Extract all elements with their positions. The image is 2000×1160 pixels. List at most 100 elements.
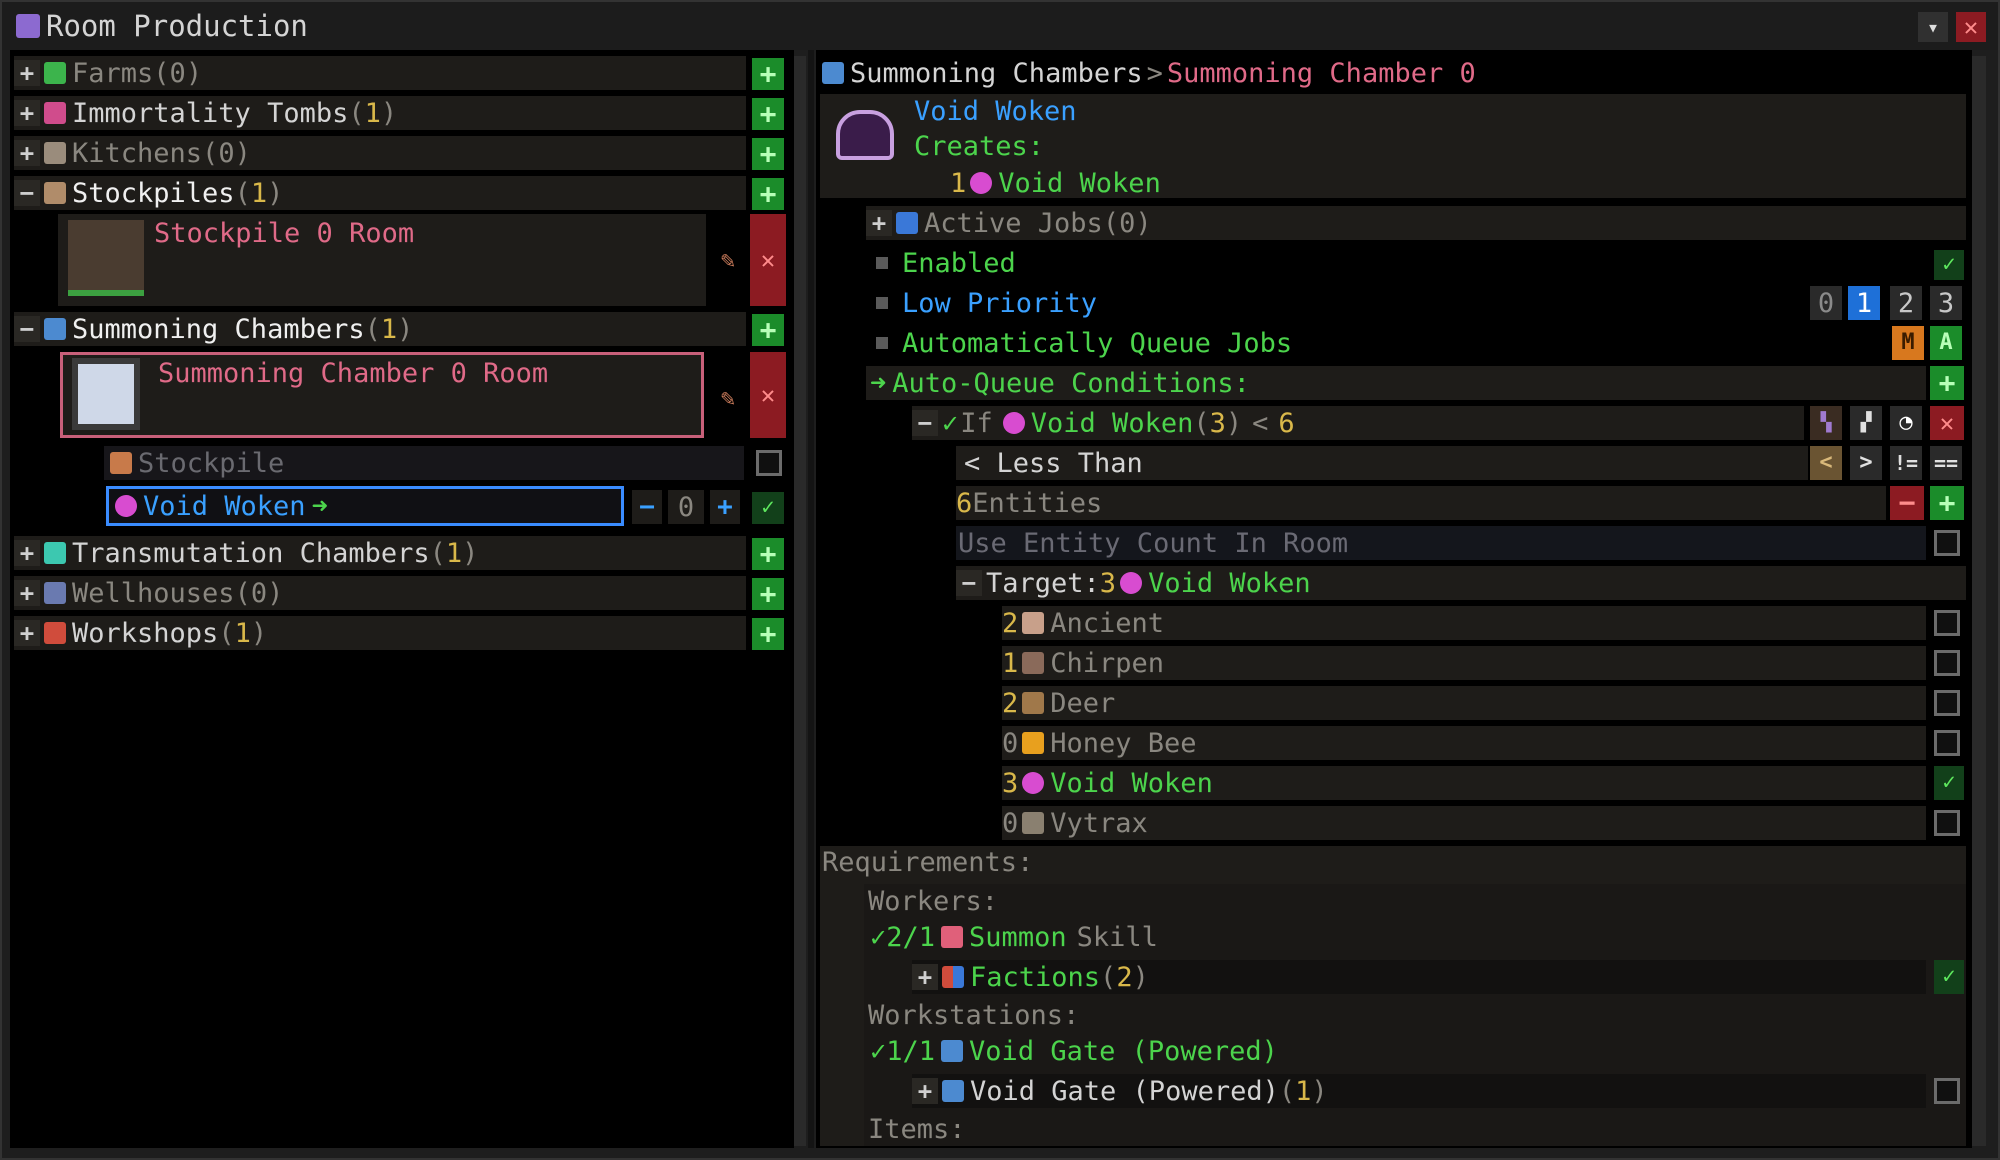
expand-icon[interactable]: + xyxy=(912,964,938,990)
expand-icon[interactable]: + xyxy=(866,210,892,236)
decrease-qty-button[interactable]: − xyxy=(632,490,662,524)
increase-entities-button[interactable]: + xyxy=(1930,486,1964,520)
arrow-right-icon: ➜ xyxy=(311,490,328,522)
expand-icon[interactable]: + xyxy=(14,140,40,166)
priority-1-button[interactable]: 1 xyxy=(1848,286,1880,320)
target-option-checkbox[interactable] xyxy=(1934,690,1960,716)
less-than-row[interactable]: < Less Than xyxy=(956,446,1808,480)
close-button[interactable]: ✕ xyxy=(1956,12,1986,42)
delete-summoning-button[interactable]: ✕ xyxy=(750,352,786,438)
breadcrumb-separator: > xyxy=(1146,57,1163,89)
target-option-row[interactable]: 0 Honey Bee xyxy=(1002,726,1926,760)
expand-icon[interactable]: + xyxy=(14,580,40,606)
target-option-checkbox[interactable] xyxy=(1934,730,1960,756)
delete-condition-button[interactable]: ✕ xyxy=(1930,406,1964,440)
collapse-icon[interactable]: − xyxy=(14,316,40,342)
expand-icon[interactable]: + xyxy=(14,100,40,126)
add-tomb-button[interactable]: + xyxy=(752,98,784,130)
add-wellhouse-button[interactable]: + xyxy=(752,578,784,610)
category-row-workshops[interactable]: + Workshops (1) xyxy=(14,616,746,650)
ws-sub-count: 1 xyxy=(1295,1075,1312,1107)
collapse-icon[interactable]: − xyxy=(956,570,982,596)
factions-checkbox[interactable]: ✓ xyxy=(1934,960,1964,994)
priority-3-button[interactable]: 3 xyxy=(1930,286,1962,320)
target-row[interactable]: − Target: 3 Void Woken xyxy=(956,566,1966,600)
sub-row-void-woken[interactable]: Void Woken ➜ xyxy=(106,486,624,526)
active-jobs-row[interactable]: + Active Jobs (0) xyxy=(866,206,1966,240)
condition-type-icon[interactable]: ▚ xyxy=(1810,406,1842,440)
decrease-entities-button[interactable]: − xyxy=(1890,486,1924,520)
add-kitchen-button[interactable]: + xyxy=(752,138,784,170)
category-row-summoning-chambers[interactable]: − Summoning Chambers (1) xyxy=(14,312,746,346)
expand-icon[interactable]: + xyxy=(14,620,40,646)
category-row-kitchens[interactable]: + Kitchens (0) xyxy=(14,136,746,170)
target-option-checkbox[interactable]: ✓ xyxy=(1934,766,1964,800)
workstation-row[interactable]: + Void Gate (Powered) (1) xyxy=(912,1074,1926,1108)
condition-move-icon[interactable]: ▞ xyxy=(1850,406,1882,440)
left-scrollbar[interactable] xyxy=(794,56,806,1146)
collapse-icon[interactable]: − xyxy=(912,410,938,436)
target-option-row[interactable]: 2 Ancient xyxy=(1002,606,1926,640)
add-stockpile-button[interactable]: + xyxy=(752,178,784,210)
category-row-farms[interactable]: + Farms (0) xyxy=(14,56,746,90)
right-scrollbar[interactable] xyxy=(1972,56,1986,1146)
add-condition-button[interactable]: + xyxy=(1930,366,1964,400)
condition-row[interactable]: − ✓ If Void Woken (3) < 6 xyxy=(912,406,1804,440)
collapse-icon[interactable]: − xyxy=(14,180,40,206)
add-summoning-button[interactable]: + xyxy=(752,314,784,346)
priority-2-label: 2 xyxy=(1897,287,1915,319)
breadcrumb-parent[interactable]: Summoning Chambers xyxy=(850,58,1143,89)
sub-row-stockpile[interactable]: Stockpile xyxy=(104,446,744,480)
target-option-row[interactable]: 1 Chirpen xyxy=(1002,646,1926,680)
category-row-stockpiles[interactable]: − Stockpiles (1) xyxy=(14,176,746,210)
greater-than-button[interactable]: > xyxy=(1850,446,1882,480)
add-farm-button[interactable]: + xyxy=(752,58,784,90)
use-entity-count-checkbox[interactable] xyxy=(1934,530,1960,556)
window-title: Room Production xyxy=(46,9,308,43)
sub-stockpile-checkbox[interactable] xyxy=(756,450,782,476)
condition-timer-icon[interactable]: ◔ xyxy=(1890,406,1922,440)
expand-icon[interactable]: + xyxy=(14,540,40,566)
category-row-wellhouses[interactable]: + Wellhouses (0) xyxy=(14,576,746,610)
category-row-transmutation-chambers[interactable]: + Transmutation Chambers (1) xyxy=(14,536,746,570)
add-workshop-button[interactable]: + xyxy=(752,618,784,650)
not-equal-button[interactable]: != xyxy=(1890,446,1922,480)
auto-queue-button[interactable]: A xyxy=(1930,326,1962,360)
target-option-num: 0 xyxy=(1002,807,1019,839)
edit-stockpile-button[interactable]: ✎ xyxy=(712,244,744,276)
target-option-name: Void Woken xyxy=(1050,767,1213,799)
equal-button[interactable]: == xyxy=(1930,446,1962,480)
increase-qty-button[interactable]: + xyxy=(710,490,740,524)
enabled-checkbox[interactable]: ✓ xyxy=(1934,250,1964,280)
expand-icon[interactable]: + xyxy=(912,1078,938,1104)
edit-summoning-button[interactable]: ✎ xyxy=(712,382,744,414)
priority-0-button[interactable]: 0 xyxy=(1810,286,1842,320)
category-count: 0 xyxy=(169,57,186,89)
category-row-immortality-tombs[interactable]: + Immortality Tombs (1) xyxy=(14,96,746,130)
target-option-num: 3 xyxy=(1002,767,1019,799)
void-woken-checkbox[interactable]: ✓ xyxy=(752,492,784,524)
priority-2-button[interactable]: 2 xyxy=(1890,286,1922,320)
target-option-checkbox[interactable] xyxy=(1934,610,1960,636)
condition-value: 6 xyxy=(1278,407,1295,439)
target-option-row[interactable]: 0 Vytrax xyxy=(1002,806,1926,840)
target-option-name: Vytrax xyxy=(1050,807,1148,839)
workstation-checkbox[interactable] xyxy=(1934,1078,1960,1104)
target-option-row[interactable]: 3 Void Woken xyxy=(1002,766,1926,800)
title-bar: Room Production xyxy=(2,2,1998,50)
entities-row[interactable]: 6 Entities xyxy=(956,486,1886,520)
ws-name: Void Gate (Powered) xyxy=(969,1035,1278,1067)
expand-icon[interactable]: + xyxy=(14,60,40,86)
factions-icon xyxy=(942,966,964,988)
delete-stockpile-button[interactable]: ✕ xyxy=(750,214,786,306)
target-option-checkbox[interactable] xyxy=(1934,810,1960,836)
qty-field[interactable]: 0 xyxy=(668,490,704,524)
manual-queue-button[interactable]: M xyxy=(1892,326,1924,360)
target-option-checkbox[interactable] xyxy=(1934,650,1960,676)
minimize-button[interactable]: ▾ xyxy=(1918,12,1948,42)
target-option-row[interactable]: 2 Deer xyxy=(1002,686,1926,720)
stockpile-icon xyxy=(44,182,66,204)
add-transmutation-button[interactable]: + xyxy=(752,538,784,570)
less-than-button[interactable]: < xyxy=(1810,446,1842,480)
factions-row[interactable]: + Factions (2) xyxy=(912,960,1926,994)
